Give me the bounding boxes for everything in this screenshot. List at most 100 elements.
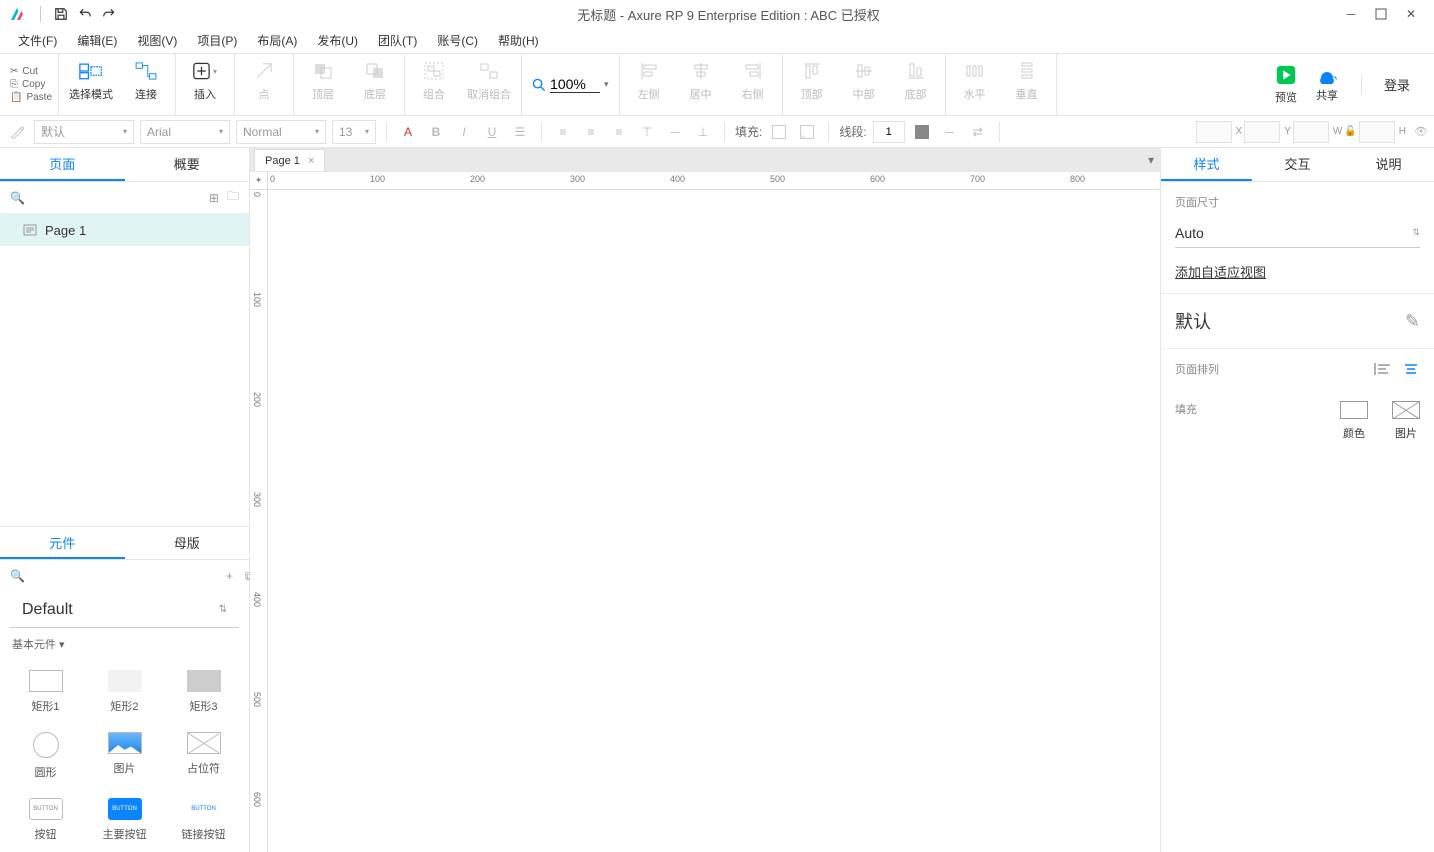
widget-circle[interactable]: 圆形 [8,726,83,786]
distribute-v-button[interactable]: 垂直 [1008,60,1046,102]
minimize-icon[interactable]: ─ [1336,2,1366,26]
valign-mid-icon[interactable]: ─ [664,121,686,143]
weight-select[interactable]: Normal▾ [236,120,326,144]
fill-image-option[interactable]: 图片 [1392,401,1420,441]
lib-section-header[interactable]: 基本元件 ▾ [0,628,249,660]
ruler-origin-icon[interactable]: ✦ [250,172,268,190]
insert-button[interactable]: ▾插入 [186,60,224,102]
align-top-button[interactable]: 顶部 [793,60,831,102]
close-tab-icon[interactable]: × [308,155,314,167]
page-search-input[interactable] [33,191,201,205]
menu-file[interactable]: 文件(F) [8,28,67,53]
tab-masters[interactable]: 母版 [125,527,250,559]
fill-color-option[interactable]: 颜色 [1340,401,1368,441]
lock-icon[interactable]: 🔓 [1344,126,1356,137]
italic-icon[interactable]: I [453,121,475,143]
zoom-control[interactable]: ▾ [532,76,609,93]
bring-front-button[interactable]: 顶层 [304,60,342,102]
fill-color-icon[interactable] [768,121,790,143]
style-select[interactable]: 默认▾ [34,120,134,144]
tab-widgets[interactable]: 元件 [0,527,125,559]
distribute-h-button[interactable]: 水平 [956,60,994,102]
widget-image[interactable]: 图片 [87,726,162,786]
align-left-button[interactable]: 左侧 [630,60,668,102]
bold-icon[interactable]: B [425,121,447,143]
library-select[interactable]: Default⇅ [10,592,239,628]
ruler-horizontal[interactable]: 0100200300400500600700800 [268,172,1160,190]
paste-button[interactable]: 📋 Paste [10,92,52,103]
w-input[interactable] [1293,121,1329,143]
search-icon[interactable]: 🔍 [10,191,25,205]
menu-team[interactable]: 团队(T) [368,28,427,53]
canvas-tab[interactable]: Page 1× [254,149,325,171]
undo-icon[interactable] [73,2,97,26]
connect-button[interactable]: 连接 [127,60,165,102]
tab-style[interactable]: 样式 [1161,148,1252,181]
tab-interact[interactable]: 交互 [1252,148,1343,181]
widget-button[interactable]: BUTTON按钮 [8,792,83,848]
tab-notes[interactable]: 说明 [1343,148,1434,181]
visibility-icon[interactable]: 👁 [1414,125,1428,138]
point-button[interactable]: 点 [245,60,283,102]
align-center-icon[interactable]: ≡ [580,121,602,143]
add-lib-icon[interactable]: + [226,569,233,583]
save-icon[interactable] [49,2,73,26]
stroke-color-icon[interactable] [911,121,933,143]
menu-help[interactable]: 帮助(H) [488,28,549,53]
widget-rect1[interactable]: 矩形1 [8,664,83,720]
page-size-select[interactable]: Auto⇅ [1175,218,1420,248]
fill-image-icon[interactable] [796,121,818,143]
group-button[interactable]: 组合 [415,60,453,102]
login-button[interactable]: 登录 [1384,75,1410,94]
tab-dropdown-icon[interactable]: ▾ [1148,153,1154,167]
size-select[interactable]: 13▾ [332,120,376,144]
stroke-arrow-icon[interactable]: ⇄ [967,121,989,143]
menu-account[interactable]: 账号(C) [427,28,488,53]
widget-rect2[interactable]: 矩形2 [87,664,162,720]
page-item[interactable]: Page 1 [0,214,249,246]
y-input[interactable] [1244,121,1280,143]
align-center-button[interactable]: 居中 [682,60,720,102]
menu-edit[interactable]: 编辑(E) [67,28,127,53]
align-left-icon[interactable]: ≡ [552,121,574,143]
align-left-option[interactable] [1374,362,1392,376]
share-button[interactable]: 共享 [1315,66,1339,103]
align-center-option[interactable] [1402,362,1420,376]
add-folder-icon[interactable]: 🗀 [227,187,239,208]
redo-icon[interactable] [97,2,121,26]
font-select[interactable]: Arial▾ [140,120,230,144]
bullets-icon[interactable]: ☰ [509,121,531,143]
adaptive-views-link[interactable]: 添加自适应视图 [1175,262,1420,281]
menu-view[interactable]: 视图(V) [127,28,187,53]
menu-project[interactable]: 项目(P) [187,28,247,53]
h-input[interactable] [1359,121,1395,143]
stroke-style-icon[interactable]: ─ [939,121,961,143]
search-icon[interactable]: 🔍 [10,569,25,583]
tab-outline[interactable]: 概要 [125,148,250,181]
send-back-button[interactable]: 底层 [356,60,394,102]
align-right-button[interactable]: 右侧 [734,60,772,102]
align-middle-button[interactable]: 中部 [845,60,883,102]
valign-top-icon[interactable]: ⊤ [636,121,658,143]
align-right-icon[interactable]: ≡ [608,121,630,143]
widget-link-button[interactable]: BUTTON链接按钮 [166,792,241,848]
widget-rect3[interactable]: 矩形3 [166,664,241,720]
preview-button[interactable]: 预览 [1275,64,1297,105]
widget-primary-button[interactable]: BUTTON主要按钮 [87,792,162,848]
canvas[interactable] [268,190,1160,852]
tab-pages[interactable]: 页面 [0,148,125,181]
cut-button[interactable]: ✂ Cut [10,66,52,77]
menu-arrange[interactable]: 布局(A) [247,28,307,53]
style-icon[interactable] [6,121,28,143]
select-mode-button[interactable]: 选择模式 [69,60,113,102]
font-color-icon[interactable]: A [397,121,419,143]
align-bottom-button[interactable]: 底部 [897,60,935,102]
add-page-icon[interactable]: ⊞ [209,191,219,205]
edit-style-icon[interactable]: ✎ [1405,311,1420,332]
widget-placeholder[interactable]: 占位符 [166,726,241,786]
close-icon[interactable]: ✕ [1396,2,1426,26]
underline-icon[interactable]: U [481,121,503,143]
zoom-input[interactable] [550,76,600,93]
stroke-width-input[interactable] [873,121,905,143]
widget-search-input[interactable] [37,569,214,584]
